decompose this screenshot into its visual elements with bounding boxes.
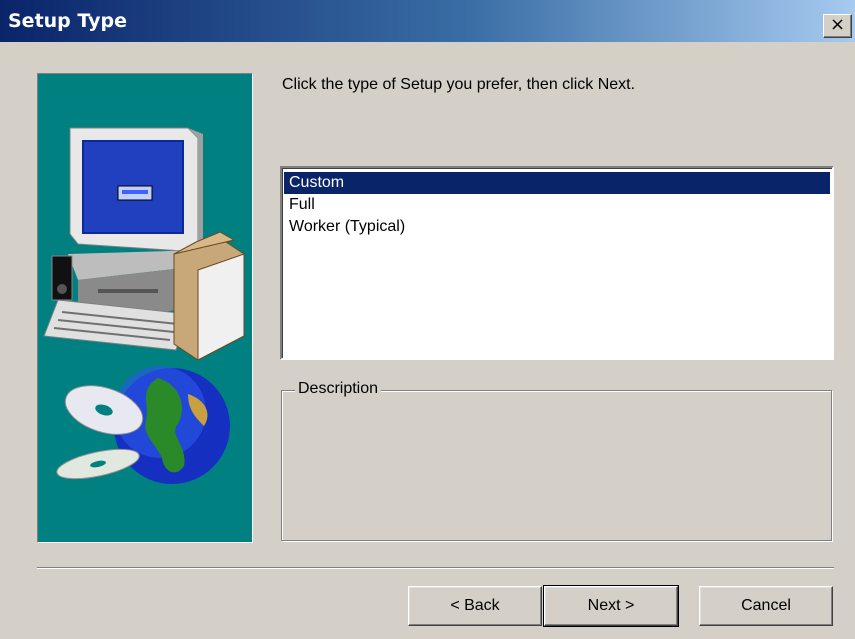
separator: [37, 567, 834, 569]
description-label: Description: [295, 380, 382, 398]
window-title: Setup Type: [8, 10, 127, 32]
setup-banner-image: [37, 73, 253, 543]
instruction-text: Click the type of Setup you prefer, then…: [282, 76, 636, 93]
list-item-custom[interactable]: Custom: [284, 172, 830, 194]
computer-icon: [43, 127, 245, 361]
list-item-worker-typical[interactable]: Worker (Typical): [284, 216, 830, 238]
title-bar: Setup Type ×: [0, 0, 855, 42]
close-button[interactable]: ×: [823, 14, 852, 38]
cancel-button[interactable]: Cancel: [699, 586, 833, 626]
next-button[interactable]: Next >: [543, 585, 679, 627]
close-icon: ×: [829, 14, 846, 35]
list-item-full[interactable]: Full: [284, 194, 830, 216]
description-groupbox: [281, 390, 832, 541]
back-button[interactable]: < Back: [408, 586, 542, 626]
setup-type-list[interactable]: Custom Full Worker (Typical): [280, 166, 834, 360]
